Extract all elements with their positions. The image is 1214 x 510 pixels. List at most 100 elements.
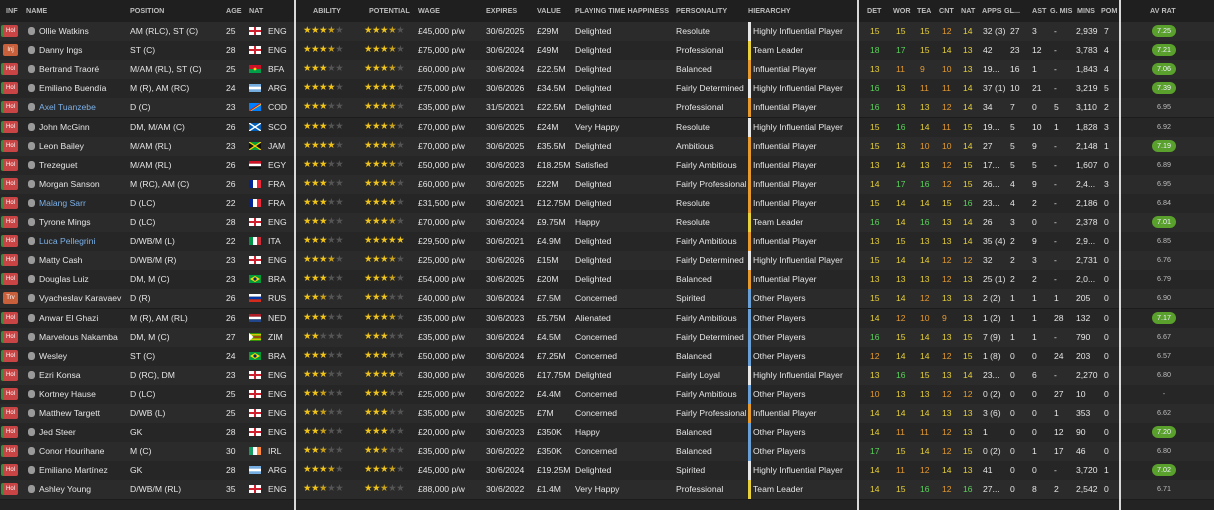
col-avrat[interactable]: AV RAT xyxy=(1150,6,1176,15)
player-name[interactable]: Anwar El Ghazi xyxy=(39,313,127,323)
player-name[interactable]: Wesley xyxy=(39,351,127,361)
inf-badge[interactable]: Hol xyxy=(3,216,18,228)
table-row[interactable]: Hol Matty Cash D/WB/M (R) 23 ENG ★★★★★ ★★★★★ £2… xyxy=(0,251,1214,272)
col-position[interactable]: POSITION xyxy=(130,6,164,15)
inf-badge[interactable]: Hol xyxy=(3,63,18,76)
inf-badge[interactable]: Hol xyxy=(3,196,18,209)
inf-badge[interactable]: Hol xyxy=(3,368,18,381)
table-row[interactable]: Hol Kortney Hause D (LC) 25 ENG ★★★★★ ★★★★★ £25… xyxy=(0,384,1214,405)
col-wor[interactable]: WOR xyxy=(893,6,911,15)
player-name[interactable]: Ollie Watkins xyxy=(39,26,127,36)
col-inf[interactable]: INF xyxy=(6,6,18,15)
col-ability[interactable]: ABILITY xyxy=(313,6,341,15)
col-cnt[interactable]: CNT xyxy=(939,6,954,15)
table-row[interactable]: Trv Vyacheslav Karavaev D (R) 26 RUS ★★★★★ ★★★… xyxy=(0,289,1214,310)
player-name[interactable]: Vyacheslav Karavaev xyxy=(39,293,127,303)
table-row[interactable]: Hol Jed Steer GK 28 ENG ★★★★★ ★★★★★ £20,000 p/w… xyxy=(0,423,1214,444)
inf-badge[interactable]: Hol xyxy=(3,349,18,362)
table-row[interactable]: Hol Morgan Sanson M (RC), AM (C) 26 FRA ★★★★★… xyxy=(0,174,1214,195)
player-name[interactable]: Morgan Sanson xyxy=(39,179,127,189)
inf-badge[interactable]: Trv xyxy=(3,292,18,305)
player-name[interactable]: Axel Tuanzebe xyxy=(39,102,127,112)
col-tea[interactable]: TEA xyxy=(917,6,931,15)
player-name[interactable]: Jed Steer xyxy=(39,427,127,437)
col-ast[interactable]: AST xyxy=(1032,6,1046,15)
table-row[interactable]: Hol Leon Bailey M/AM (RL) 23 JAM ★★★★★ ★★★★★ £7… xyxy=(0,136,1214,157)
inf-badge[interactable]: Hol xyxy=(3,158,18,171)
player-name[interactable]: Tyrone Mings xyxy=(39,217,127,227)
table-row[interactable]: Hol Tyrone Mings D (LC) 28 ENG ★★★★★ ★★★★★ £70,… xyxy=(0,213,1214,233)
col-mins[interactable]: MINS xyxy=(1077,6,1095,15)
player-name[interactable]: Malang Sarr xyxy=(39,198,127,208)
table-row[interactable]: Hol Luca Pellegrini D/WB/M (L) 22 ITA ★★★★★ ★★… xyxy=(0,232,1214,253)
player-name[interactable]: Emiliano Buendía xyxy=(39,83,127,93)
col-wage[interactable]: WAGE xyxy=(418,6,440,15)
inf-badge[interactable]: Hol xyxy=(3,82,18,95)
inf-badge[interactable]: Hol xyxy=(3,387,18,400)
col-gmis[interactable]: G. MIS xyxy=(1050,6,1072,15)
player-name[interactable]: Kortney Hause xyxy=(39,389,127,399)
player-name[interactable]: Conor Hourihane xyxy=(39,446,127,456)
table-row[interactable]: Hol Conor Hourihane M (C) 30 IRL ★★★★★ ★★★★★ £3… xyxy=(0,442,1214,463)
player-name[interactable]: John McGinn xyxy=(39,122,127,132)
table-row[interactable]: Hol Emiliano Martínez GK 28 ARG ★★★★★ ★★★★★ £45… xyxy=(0,461,1214,482)
col-pom[interactable]: POM xyxy=(1101,6,1117,15)
player-name[interactable]: Luca Pellegrini xyxy=(39,236,127,246)
table-row[interactable]: Hol Matthew Targett D/WB (L) 25 ENG ★★★★★ ★★★★… xyxy=(0,404,1214,424)
table-row[interactable]: Hol Douglas Luiz DM, M (C) 23 BRA ★★★★★ ★★★★★ £… xyxy=(0,270,1214,291)
player-name[interactable]: Matty Cash xyxy=(39,255,127,265)
player-name[interactable]: Trezeguet xyxy=(39,160,127,170)
col-hierarchy[interactable]: HIERARCHY xyxy=(748,6,791,15)
col-value[interactable]: VALUE xyxy=(537,6,561,15)
table-row[interactable]: Hol John McGinn DM, M/AM (C) 26 SCO ★★★★★ ★★★★… xyxy=(0,117,1214,138)
inf-badge[interactable]: Hol xyxy=(3,101,18,114)
col-personality[interactable]: PERSONALITY xyxy=(676,6,727,15)
col-expires[interactable]: EXPIRES xyxy=(486,6,517,15)
player-name[interactable]: Bertrand Traoré xyxy=(39,64,127,74)
col-det[interactable]: DET xyxy=(867,6,881,15)
inf-badge[interactable]: Hol xyxy=(3,426,18,439)
table-row[interactable]: Hol Wesley ST (C) 24 BRA ★★★★★ ★★★★★ £50,000 p/… xyxy=(0,346,1214,367)
inf-badge[interactable]: Hol xyxy=(3,177,18,190)
table-row[interactable]: Hol Trezeguet M/AM (RL) 26 EGY ★★★★★ ★★★★★ £50,… xyxy=(0,155,1214,176)
col-age[interactable]: AGE xyxy=(226,6,242,15)
inf-badge[interactable]: Hol xyxy=(3,445,18,458)
player-name[interactable]: Douglas Luiz xyxy=(39,274,127,284)
table-row[interactable]: Hol Ezri Konsa D (RC), DM 23 ENG ★★★★★ ★★★★★ £3… xyxy=(0,365,1214,386)
col-natn[interactable]: NAT xyxy=(961,6,975,15)
col-potential[interactable]: POTENTIAL xyxy=(369,6,410,15)
inf-badge[interactable]: Hol xyxy=(3,407,18,419)
inf-badge[interactable]: Hol xyxy=(3,120,18,133)
table-row[interactable]: Hol Marvelous Nakamba DM, M (C) 27 ZIM ★★★★★ ★… xyxy=(0,327,1214,348)
inf-badge[interactable]: Hol xyxy=(3,254,18,267)
inf-badge[interactable]: Inj xyxy=(3,44,18,57)
player-name[interactable]: Ezri Konsa xyxy=(39,370,127,380)
col-nat[interactable]: NAT xyxy=(249,6,263,15)
inf-badge[interactable]: Hol xyxy=(3,139,18,152)
inf-badge[interactable]: Hol xyxy=(3,25,18,37)
table-row[interactable]: Hol Anwar El Ghazi M (R), AM (RL) 26 NED ★★★★… xyxy=(0,308,1214,329)
player-name[interactable]: Emiliano Martínez xyxy=(39,465,127,475)
inf-badge[interactable]: Hol xyxy=(3,464,18,477)
inf-badge[interactable]: Hol xyxy=(3,235,18,248)
col-name[interactable]: NAME xyxy=(26,6,47,15)
player-name[interactable]: Leon Bailey xyxy=(39,141,127,151)
table-row[interactable]: Hol Ollie Watkins AM (RLC), ST (C) 25 ENG ★★★… xyxy=(0,22,1214,42)
table-row[interactable]: Hol Malang Sarr D (LC) 22 FRA ★★★★★ ★★★★★ £31,5… xyxy=(0,193,1214,214)
player-name[interactable]: Danny Ings xyxy=(39,45,127,55)
col-apps[interactable]: APPS xyxy=(982,6,1002,15)
player-name[interactable]: Ashley Young xyxy=(39,484,127,494)
inf-badge[interactable]: Hol xyxy=(3,483,18,496)
table-row[interactable]: Hol Axel Tuanzebe D (C) 23 COD ★★★★★ ★★★★★ £35,… xyxy=(0,98,1214,119)
inf-badge[interactable]: Hol xyxy=(3,330,18,343)
table-row[interactable]: Hol Ashley Young D/WB/M (RL) 35 ENG ★★★★★ ★★★★… xyxy=(0,480,1214,501)
col-happiness[interactable]: PLAYING TIME HAPPINESS xyxy=(575,6,669,15)
player-name[interactable]: Marvelous Nakamba xyxy=(39,332,127,342)
table-row[interactable]: Inj Danny Ings ST (C) 28 ENG ★★★★★ ★★★★★ £75,00… xyxy=(0,41,1214,62)
inf-badge[interactable]: Hol xyxy=(3,311,18,324)
table-row[interactable]: Hol Bertrand Traoré M/AM (RL), ST (C) 25 BFA… xyxy=(0,60,1214,81)
player-name[interactable]: Matthew Targett xyxy=(39,408,127,418)
table-row[interactable]: Hol Emiliano Buendía M (R), AM (RC) 24 ARG ★★… xyxy=(0,79,1214,100)
inf-badge[interactable]: Hol xyxy=(3,273,18,286)
col-gls[interactable]: GL... xyxy=(1004,6,1020,15)
